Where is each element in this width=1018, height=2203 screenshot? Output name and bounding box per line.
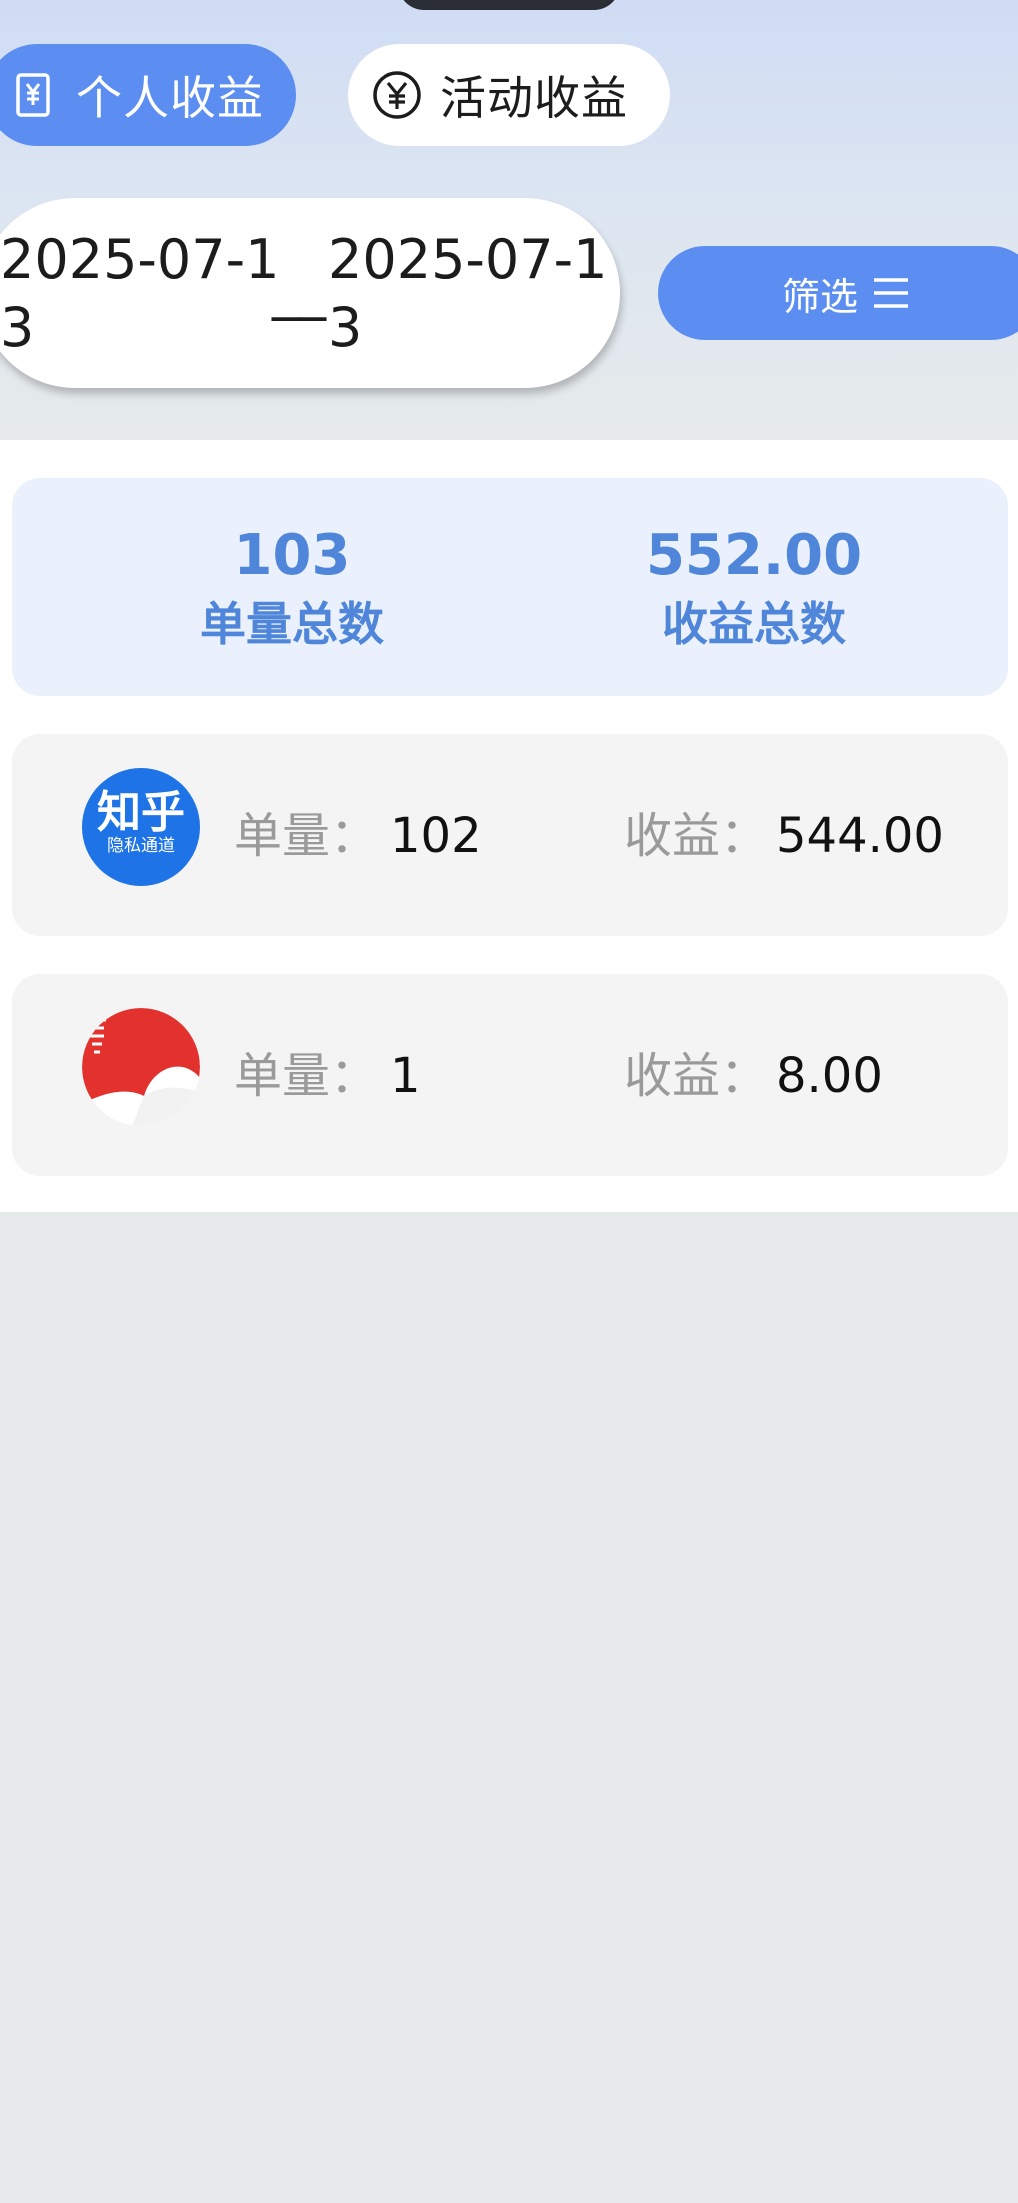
platform-row-zhihu[interactable]: 知乎 隐私通道 单量： 102 收益： 544.00 xyxy=(12,734,1008,936)
total-orders-value: 103 xyxy=(233,523,351,588)
filter-label: 筛选 xyxy=(782,274,859,319)
receipt-yen-icon xyxy=(6,68,60,122)
zhihu-logo-subtext: 隐私通道 xyxy=(107,836,175,856)
earnings-label: 收益： xyxy=(624,1048,769,1104)
earnings-value: 8.00 xyxy=(776,1048,883,1104)
zhihu-logo-text: 知乎 xyxy=(97,787,185,838)
end-date[interactable]: 2025-07-13 xyxy=(328,226,608,362)
summary-card: 103 单量总数 552.00 收益总数 xyxy=(12,478,1008,696)
tab-activity-earnings[interactable]: 活动收益 xyxy=(348,44,670,146)
filter-button[interactable]: 筛选 xyxy=(658,246,1018,340)
platform-row-red[interactable]: 单量： 1 收益： 8.00 xyxy=(12,974,1008,1176)
earnings-label: 收益： xyxy=(624,808,769,864)
tab-activity-label: 活动收益 xyxy=(440,71,628,125)
orders-value: 102 xyxy=(390,808,482,864)
tab-personal-label: 个人收益 xyxy=(76,71,264,125)
orders-value: 1 xyxy=(390,1048,421,1104)
date-range-picker[interactable]: 2025-07-13 __ 2025-07-13 xyxy=(0,198,620,388)
date-separator: __ xyxy=(272,258,326,321)
zhihu-logo: 知乎 隐私通道 xyxy=(82,768,200,886)
red-platform-logo xyxy=(82,1008,200,1126)
total-orders: 103 单量总数 xyxy=(142,526,442,654)
total-orders-label: 单量总数 xyxy=(200,597,384,651)
orders-label: 单量： xyxy=(234,808,379,864)
total-earnings-value: 552.00 xyxy=(645,523,863,588)
earnings-value: 544.00 xyxy=(776,808,944,864)
orders-label: 单量： xyxy=(234,1048,379,1104)
start-date[interactable]: 2025-07-13 xyxy=(0,226,280,362)
total-earnings-label: 收益总数 xyxy=(662,597,846,651)
yen-circle-icon xyxy=(370,68,424,122)
camera-notch xyxy=(398,0,620,10)
total-earnings: 552.00 收益总数 xyxy=(604,526,904,654)
tab-personal-earnings[interactable]: 个人收益 xyxy=(0,44,296,146)
menu-lines-icon xyxy=(870,275,912,311)
